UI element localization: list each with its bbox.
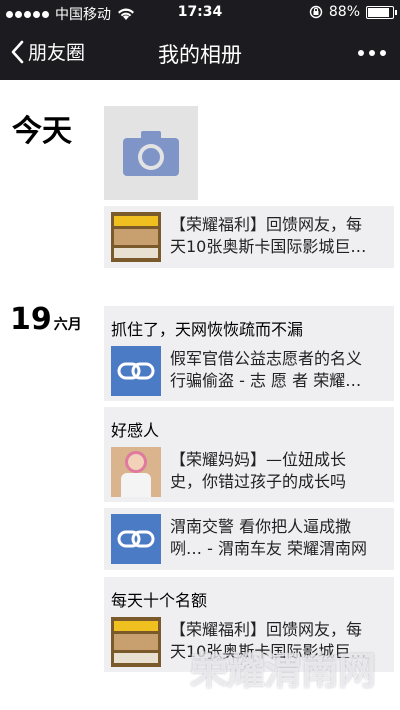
date-label-today: 今天 bbox=[12, 114, 72, 149]
link-icon bbox=[111, 514, 161, 564]
battery-percent: 88% bbox=[328, 4, 360, 20]
post-caption: 每天十个名额 bbox=[111, 591, 208, 610]
article-title: 渭南交警 看你把人逼成撒 咧… - 渭南车友 荣耀渭南网 bbox=[170, 517, 368, 558]
date-label-june-19: 19 六月 bbox=[10, 302, 82, 337]
post-card[interactable]: 抓住了，天网恢恢疏而不漏 假军官借公益志愿者的名义 行骗偷盗 - 志 愿 者 荣… bbox=[104, 306, 394, 401]
date-day: 19 bbox=[10, 302, 52, 337]
shared-article-card[interactable]: 渭南交警 看你把人逼成撒 咧… - 渭南车友 荣耀渭南网 bbox=[104, 508, 394, 570]
post-caption: 抓住了，天网恢恢疏而不漏 bbox=[111, 320, 304, 339]
nav-bar: 朋友圈 我的相册 bbox=[0, 26, 400, 80]
date-month: 六月 bbox=[53, 317, 82, 333]
article-title: 假军官借公益志愿者的名义 行骗偷盗 - 志 愿 者 荣耀… bbox=[170, 349, 363, 390]
shared-article-card[interactable]: 【荣耀福利】回馈网友，每 天10张奥斯卡国际影城巨… bbox=[104, 206, 394, 268]
add-photo-button[interactable] bbox=[104, 106, 198, 200]
post-caption: 好感人 bbox=[111, 421, 160, 440]
article-thumbnail bbox=[111, 447, 161, 497]
link-icon bbox=[111, 346, 161, 396]
watermark: 荣耀渭南网 bbox=[190, 649, 376, 693]
battery-icon bbox=[366, 5, 397, 19]
post-card[interactable]: 好感人 【荣耀妈妈】—位妞成长 史，你错过孩子的成长吗 bbox=[104, 407, 394, 502]
rotation-lock-icon bbox=[309, 5, 323, 19]
article-title: 【荣耀妈妈】—位妞成长 史，你错过孩子的成长吗 bbox=[170, 450, 347, 491]
more-options-icon[interactable] bbox=[358, 50, 386, 56]
article-thumbnail bbox=[111, 617, 161, 667]
camera-icon bbox=[123, 131, 179, 176]
article-thumbnail bbox=[111, 212, 161, 262]
article-title: 【荣耀福利】回馈网友，每 天10张奥斯卡国际影城巨… bbox=[170, 215, 367, 256]
page-title: 我的相册 bbox=[158, 43, 242, 67]
status-bar: 中国移动 17:34 88% bbox=[0, 0, 400, 26]
status-right: 88% bbox=[309, 4, 397, 20]
battery-fill bbox=[368, 7, 390, 17]
